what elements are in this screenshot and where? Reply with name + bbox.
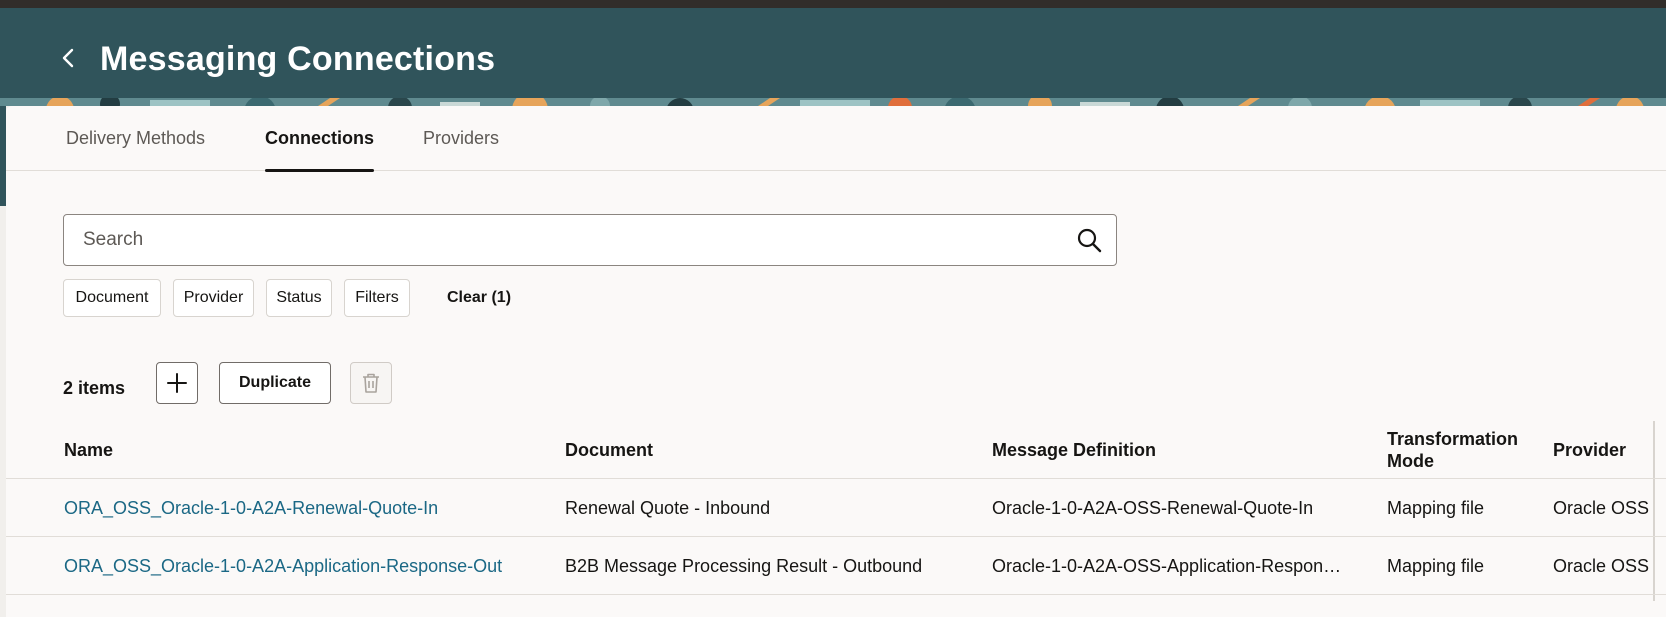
cell-transformation-mode: Mapping file (1387, 556, 1485, 576)
filter-chip-document[interactable]: Document (63, 279, 161, 317)
search-icon[interactable] (1076, 227, 1102, 253)
tab-bar: Delivery Methods Connections Providers (6, 106, 1666, 172)
cell-provider: Oracle OSS (1553, 498, 1650, 518)
tab-providers[interactable]: Providers (423, 106, 499, 171)
column-header-document[interactable]: Document (565, 421, 945, 479)
column-header-transformation-mode[interactable]: Transformation Mode (1387, 421, 1517, 479)
items-count: 2 items (63, 377, 126, 398)
tab-connections[interactable]: Connections (265, 106, 375, 172)
clear-filters-link[interactable]: Clear (1) (447, 279, 511, 317)
page-title: Messaging Connections (100, 40, 496, 78)
table-header: Name Document Message Definition Transfo… (6, 421, 1666, 479)
page-header: Messaging Connections (0, 8, 1666, 106)
add-button[interactable] (156, 362, 198, 404)
plus-icon (167, 373, 187, 393)
tab-delivery-methods[interactable]: Delivery Methods (66, 106, 205, 171)
column-header-message-definition[interactable]: Message Definition (992, 421, 1332, 479)
table-row[interactable]: ORA_OSS_Oracle-1-0-A2A-Application-Respo… (6, 538, 1666, 595)
cell-document: Renewal Quote - Inbound (565, 498, 771, 518)
column-header-provider[interactable]: Provider (1553, 421, 1653, 479)
column-header-name[interactable]: Name (64, 421, 504, 479)
filter-chip-status[interactable]: Status (266, 279, 332, 317)
cell-message-definition: Oracle-1-0-A2A-OSS-Renewal-Quote-In (992, 480, 1352, 537)
duplicate-button[interactable]: Duplicate (219, 362, 331, 404)
search-box (63, 214, 1117, 266)
connection-name-link[interactable]: ORA_OSS_Oracle-1-0-A2A-Renewal-Quote-In (64, 480, 544, 537)
cell-message-definition: Oracle-1-0-A2A-OSS-Application-Response-… (992, 538, 1344, 595)
trash-icon (363, 373, 379, 393)
search-input[interactable] (64, 215, 1054, 265)
delete-button[interactable] (350, 362, 392, 404)
filter-chip-filters[interactable]: Filters (344, 279, 410, 317)
cell-transformation-mode: Mapping file (1387, 498, 1485, 518)
connection-name-link[interactable]: ORA_OSS_Oracle-1-0-A2A-Application-Respo… (64, 538, 544, 595)
cell-message-definition-text: Oracle-1-0-A2A-OSS-Application-Response-… (992, 556, 1344, 576)
chevron-left-icon (62, 48, 74, 68)
decorative-banner-pattern (0, 98, 1666, 106)
back-button[interactable] (54, 44, 82, 72)
cell-document: B2B Message Processing Result - Outbound (565, 556, 923, 576)
main-panel: Delivery Methods Connections Providers D… (6, 106, 1666, 617)
top-system-bar (0, 0, 1666, 8)
filter-chip-provider[interactable]: Provider (173, 279, 254, 317)
table-row[interactable]: ORA_OSS_Oracle-1-0-A2A-Renewal-Quote-In … (6, 480, 1666, 537)
cell-message-definition-text: Oracle-1-0-A2A-OSS-Renewal-Quote-In (992, 498, 1314, 518)
cell-provider: Oracle OSS (1553, 556, 1650, 576)
